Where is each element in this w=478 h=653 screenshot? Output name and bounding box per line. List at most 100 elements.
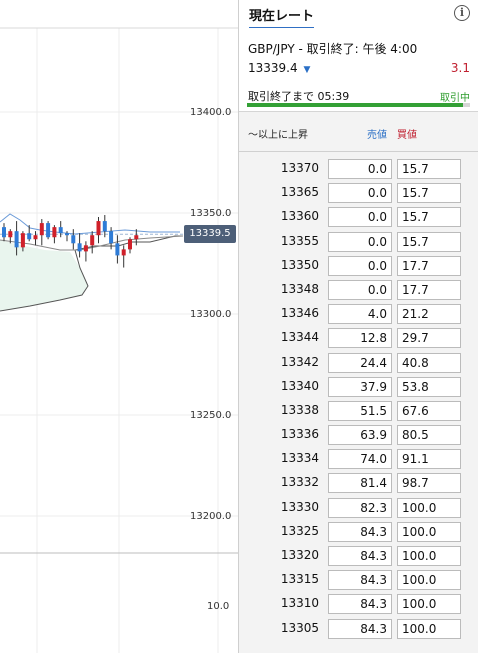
candle-body bbox=[52, 227, 57, 238]
pair-title: GBP/JPY - 取引終了: 午後 4:00 bbox=[248, 42, 418, 56]
bid-button[interactable]: 0.0 bbox=[328, 279, 392, 300]
spread-value: 3.1 bbox=[450, 61, 470, 75]
bid-button[interactable]: 0.0 bbox=[328, 255, 392, 276]
ask-button[interactable]: 15.7 bbox=[397, 207, 461, 228]
bid-button[interactable]: 81.4 bbox=[328, 473, 392, 494]
strike-price: 13355 bbox=[280, 233, 319, 248]
table-row: 13330 82.3 100.0 bbox=[239, 496, 478, 520]
price-chart[interactable]: 13400.0 13350.0 13300.0 13250.0 13200.0 … bbox=[0, 0, 238, 653]
strike-price: 13344 bbox=[280, 330, 319, 345]
strike-price: 13350 bbox=[280, 257, 319, 272]
column-header: 〜以上に上昇 売値 買値 bbox=[239, 112, 478, 152]
bid-button[interactable]: 51.5 bbox=[328, 400, 392, 421]
candle-body bbox=[46, 223, 51, 238]
candle-body bbox=[96, 221, 101, 236]
table-row: 13348 0.0 17.7 bbox=[239, 278, 478, 302]
bid-button[interactable]: 84.3 bbox=[328, 594, 392, 615]
ask-button[interactable]: 100.0 bbox=[397, 546, 461, 566]
column-strike: 〜以上に上昇 bbox=[248, 130, 308, 141]
bid-button[interactable]: 63.9 bbox=[328, 425, 392, 446]
table-row: 13310 84.3 100.0 bbox=[239, 592, 478, 616]
ask-button[interactable]: 29.7 bbox=[397, 328, 461, 349]
strike-price: 13305 bbox=[280, 620, 319, 635]
ask-button[interactable]: 67.6 bbox=[397, 400, 461, 421]
bid-button[interactable]: 84.3 bbox=[328, 546, 392, 566]
table-row: 13325 84.3 100.0 bbox=[239, 520, 478, 544]
y-tick-13250: 13250.0 bbox=[190, 410, 232, 421]
ask-button[interactable]: 53.8 bbox=[397, 376, 461, 397]
strike-price: 13348 bbox=[280, 281, 319, 296]
candle-body bbox=[65, 233, 69, 236]
time-progress-fill bbox=[247, 103, 464, 107]
strike-price: 13332 bbox=[280, 475, 319, 490]
candle-body bbox=[8, 231, 13, 238]
strike-price: 13315 bbox=[280, 572, 319, 587]
candle-body bbox=[39, 223, 44, 236]
candle-body bbox=[2, 227, 6, 238]
y-tick-13350: 13350.0 bbox=[190, 208, 232, 219]
bid-button[interactable]: 4.0 bbox=[328, 304, 392, 325]
ask-button[interactable]: 17.7 bbox=[397, 279, 461, 300]
chart-canvas[interactable] bbox=[0, 0, 238, 653]
bid-button[interactable]: 37.9 bbox=[328, 376, 392, 397]
down-arrow-icon: ▼ bbox=[303, 65, 311, 75]
rate-table: 13370 0.0 15.7 13365 0.0 15.7 13360 0.0 15.7 1335… bbox=[239, 152, 478, 641]
strike-price: 13330 bbox=[280, 499, 319, 514]
bid-button[interactable]: 24.4 bbox=[328, 352, 392, 373]
ask-button[interactable]: 17.7 bbox=[397, 255, 461, 276]
strike-price: 13365 bbox=[280, 185, 319, 200]
strike-price: 13325 bbox=[280, 523, 319, 538]
bid-button[interactable]: 74.0 bbox=[328, 449, 392, 470]
table-row: 13365 0.0 15.7 bbox=[239, 181, 478, 205]
strike-price: 13340 bbox=[280, 378, 319, 393]
bid-button[interactable]: 0.0 bbox=[328, 207, 392, 228]
ask-button[interactable]: 98.7 bbox=[397, 473, 461, 494]
table-row: 13334 74.0 91.1 bbox=[239, 447, 478, 471]
candle-body bbox=[134, 235, 139, 240]
ask-button[interactable]: 100.0 bbox=[397, 594, 461, 615]
bid-button[interactable]: 84.3 bbox=[328, 521, 392, 542]
strike-price: 13338 bbox=[280, 402, 319, 417]
time-progress-bar bbox=[247, 103, 470, 107]
ask-button[interactable]: 100.0 bbox=[397, 570, 461, 591]
strike-price: 13360 bbox=[280, 209, 319, 224]
table-row: 13370 0.0 15.7 bbox=[239, 157, 478, 181]
bid-button[interactable]: 0.0 bbox=[328, 183, 392, 204]
y-tick-13400: 13400.0 bbox=[190, 107, 232, 118]
candle-body bbox=[90, 235, 95, 246]
table-row: 13320 84.3 100.0 bbox=[239, 544, 478, 568]
ask-button[interactable]: 40.8 bbox=[397, 352, 461, 373]
table-row: 13336 63.9 80.5 bbox=[239, 423, 478, 447]
ask-button[interactable]: 80.5 bbox=[397, 425, 461, 446]
info-icon[interactable]: i bbox=[454, 5, 470, 21]
table-row: 13340 37.9 53.8 bbox=[239, 375, 478, 399]
bid-button[interactable]: 84.3 bbox=[328, 618, 392, 639]
bid-button[interactable]: 12.8 bbox=[328, 328, 392, 349]
table-row: 13342 24.4 40.8 bbox=[239, 351, 478, 375]
bid-button[interactable]: 0.0 bbox=[328, 231, 392, 252]
ask-button[interactable]: 100.0 bbox=[397, 497, 461, 518]
candle-body bbox=[83, 245, 88, 252]
strike-price: 13310 bbox=[280, 596, 319, 611]
table-row: 13344 12.8 29.7 bbox=[239, 326, 478, 350]
ask-button[interactable]: 100.0 bbox=[397, 618, 461, 639]
ask-button[interactable]: 15.7 bbox=[397, 183, 461, 204]
strike-price: 13346 bbox=[280, 306, 319, 321]
tab-current-rate[interactable]: 現在レート bbox=[249, 5, 315, 30]
ask-button[interactable]: 15.7 bbox=[397, 231, 461, 252]
ask-button[interactable]: 100.0 bbox=[397, 521, 461, 542]
bid-button[interactable]: 84.3 bbox=[328, 570, 392, 591]
column-bid: 売値 bbox=[367, 130, 387, 141]
strike-price: 13320 bbox=[280, 548, 319, 562]
ask-button[interactable]: 91.1 bbox=[397, 449, 461, 470]
strike-price: 13342 bbox=[280, 354, 319, 369]
countdown-text: 取引終了まで 05:39 bbox=[248, 90, 350, 103]
current-price-tag: 13339.5 bbox=[184, 225, 236, 243]
bid-button[interactable]: 82.3 bbox=[328, 497, 392, 518]
strike-price: 13370 bbox=[280, 161, 319, 175]
bid-button[interactable]: 0.0 bbox=[328, 159, 392, 179]
ask-button[interactable]: 21.2 bbox=[397, 304, 461, 325]
ask-button[interactable]: 15.7 bbox=[397, 159, 461, 179]
table-row: 13338 51.5 67.6 bbox=[239, 399, 478, 423]
current-rate: 13339.4 ▼ bbox=[248, 61, 310, 75]
